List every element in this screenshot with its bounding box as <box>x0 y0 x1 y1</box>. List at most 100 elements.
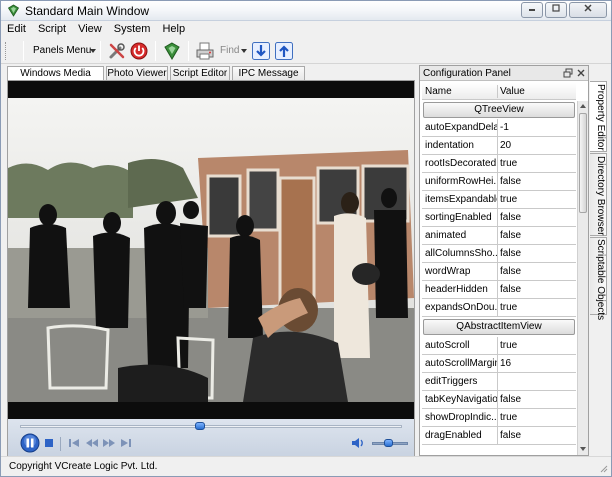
toolbar: Panels Menu Find <box>1 38 611 64</box>
property-row[interactable]: autoExpandDelay -1 <box>422 119 576 137</box>
property-row[interactable]: uniformRowHei... false <box>422 173 576 191</box>
property-name: uniformRowHei... <box>425 176 497 187</box>
property-row[interactable]: dragEnabled false <box>422 427 576 445</box>
column-header-value[interactable]: Value <box>500 86 525 97</box>
menu-view[interactable]: View <box>72 22 108 38</box>
property-row[interactable]: showDropIndic... true <box>422 409 576 427</box>
property-row[interactable]: animated false <box>422 227 576 245</box>
menu-help[interactable]: Help <box>156 22 191 38</box>
status-text: Copyright VCreate Logic Pvt. Ltd. <box>9 461 158 472</box>
property-name: showDropIndic... <box>425 412 497 423</box>
property-row[interactable]: indentation 20 <box>422 137 576 155</box>
toolbar-grip[interactable] <box>5 42 8 60</box>
property-row[interactable]: sortingEnabled false <box>422 209 576 227</box>
property-value[interactable]: false <box>500 394 521 405</box>
property-value[interactable]: -1 <box>500 122 509 133</box>
tab-scriptable-objects[interactable]: Scriptable Objects <box>590 237 607 320</box>
property-value[interactable]: true <box>500 194 517 205</box>
minimize-button[interactable] <box>521 2 543 18</box>
seek-bar[interactable] <box>20 425 402 428</box>
property-value[interactable]: false <box>500 212 521 223</box>
panels-menu-button[interactable]: Panels Menu <box>33 42 91 60</box>
close-icon <box>584 4 592 12</box>
property-row[interactable]: itemsExpandable true <box>422 191 576 209</box>
toolbar-separator <box>155 41 156 61</box>
power-icon[interactable] <box>129 41 149 61</box>
maximize-button[interactable] <box>545 2 567 18</box>
property-value[interactable]: true <box>500 412 517 423</box>
volume-thumb[interactable] <box>384 439 394 447</box>
group-button-qabstractitemview[interactable]: QAbstractItemView <box>423 319 575 335</box>
property-row[interactable]: expandsOnDou... true <box>422 299 576 317</box>
tab-scriptable-objects-label: Scriptable Objects <box>595 239 606 321</box>
property-name: itemsExpandable <box>425 194 497 205</box>
tab-directory-browser[interactable]: Directory Browser <box>590 153 607 236</box>
property-name: headerHidden <box>425 284 488 295</box>
menu-edit[interactable]: Edit <box>1 22 32 38</box>
property-row[interactable]: wordWrap false <box>422 263 576 281</box>
panels-menu-dropdown-icon[interactable] <box>90 49 96 53</box>
property-row[interactable]: autoScroll true <box>422 337 576 355</box>
configuration-panel-titlebar[interactable]: Configuration Panel <box>420 66 588 81</box>
group-button-qtreeview[interactable]: QTreeView <box>423 102 575 118</box>
window-title: Standard Main Window <box>25 4 150 18</box>
property-value[interactable]: true <box>500 158 517 169</box>
printer-icon[interactable] <box>195 41 215 61</box>
arrow-up-icon[interactable] <box>274 41 294 61</box>
column-header-name[interactable]: Name <box>425 86 452 97</box>
property-value[interactable]: 16 <box>500 358 511 369</box>
tab-bar: Windows Media Player Photo Viewer Script… <box>7 66 417 92</box>
scroll-down-icon[interactable] <box>580 447 586 451</box>
tab-ipc-message-log[interactable]: IPC Message Log <box>232 66 305 92</box>
scroll-up-icon[interactable] <box>580 104 586 108</box>
player-controls <box>8 419 414 456</box>
find-dropdown-icon[interactable] <box>241 49 247 53</box>
tab-script-editor[interactable]: Script Editor <box>170 66 230 81</box>
title-bar[interactable]: Standard Main Window <box>1 1 611 21</box>
rewind-icon[interactable] <box>85 437 99 449</box>
next-icon[interactable] <box>120 437 132 449</box>
configure-tools-icon[interactable] <box>107 41 127 61</box>
maximize-icon <box>552 4 560 12</box>
property-value[interactable]: 20 <box>500 140 511 151</box>
menu-script[interactable]: Script <box>32 22 72 38</box>
property-value[interactable]: false <box>500 284 521 295</box>
volume-icon[interactable] <box>351 436 365 450</box>
property-grid-header: Name Value <box>422 83 576 100</box>
close-button[interactable] <box>569 2 607 18</box>
property-row[interactable]: rootIsDecorated true <box>422 155 576 173</box>
seek-thumb[interactable] <box>194 422 205 430</box>
find-label[interactable]: Find <box>220 45 239 56</box>
property-row[interactable]: allColumnsSho... false <box>422 245 576 263</box>
minimize-icon <box>529 9 535 11</box>
property-value[interactable]: false <box>500 176 521 187</box>
previous-icon[interactable] <box>68 437 80 449</box>
resize-grip-icon[interactable] <box>598 463 608 473</box>
scrollbar-thumb[interactable] <box>579 113 587 213</box>
property-grid: QTreeView autoExpandDelay -1 indentation 2… <box>422 101 576 455</box>
video-display[interactable] <box>8 81 414 419</box>
property-value[interactable]: false <box>500 248 521 259</box>
property-row[interactable]: tabKeyNavigation false <box>422 391 576 409</box>
arrow-down-icon[interactable] <box>251 41 271 61</box>
property-value[interactable]: false <box>500 266 521 277</box>
property-value[interactable]: false <box>500 430 521 441</box>
property-row[interactable]: editTriggers <box>422 373 576 391</box>
float-panel-icon[interactable] <box>562 67 574 79</box>
close-panel-icon[interactable] <box>575 67 587 79</box>
status-bar: Copyright VCreate Logic Pvt. Ltd. <box>1 456 611 476</box>
tab-property-editor[interactable]: Property Editor <box>590 81 607 152</box>
property-value[interactable]: true <box>500 302 517 313</box>
property-grid-scrollbar[interactable] <box>577 101 588 455</box>
property-value[interactable]: true <box>500 340 517 351</box>
pause-icon[interactable] <box>20 433 40 453</box>
property-row[interactable]: headerHidden false <box>422 281 576 299</box>
vcreate-logic-icon[interactable] <box>162 41 182 61</box>
menu-system[interactable]: System <box>108 22 157 38</box>
property-name: autoScrollMargin <box>425 358 497 369</box>
fast-forward-icon[interactable] <box>102 437 116 449</box>
stop-icon[interactable] <box>44 438 54 448</box>
property-value[interactable]: false <box>500 230 521 241</box>
tab-photo-viewer[interactable]: Photo Viewer <box>106 66 168 81</box>
property-row[interactable]: autoScrollMargin 16 <box>422 355 576 373</box>
